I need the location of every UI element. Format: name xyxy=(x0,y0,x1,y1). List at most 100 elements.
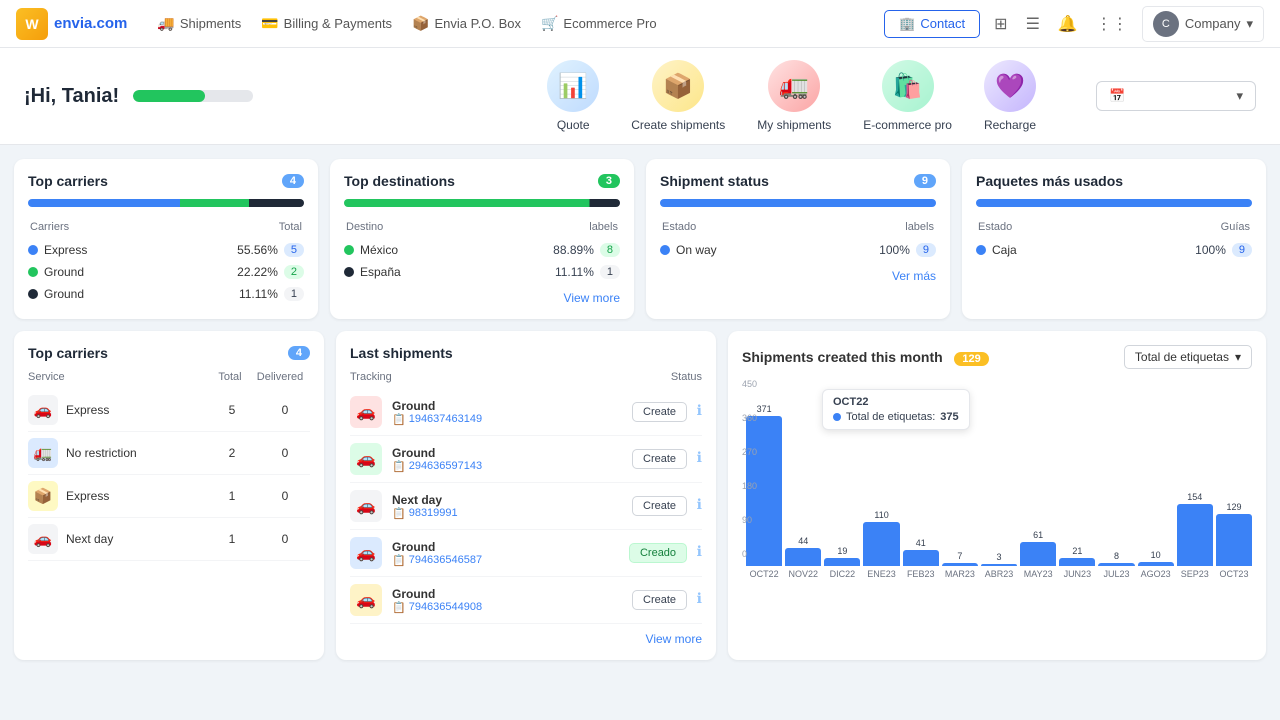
bar-value-MAR23: 7 xyxy=(957,551,962,561)
bar-JUL23[interactable] xyxy=(1098,563,1134,566)
track-icon-4: 🚗 xyxy=(350,537,382,569)
bar-JUN23[interactable] xyxy=(1059,558,1095,566)
chart-header: Shipments created this month 129 Total d… xyxy=(742,345,1252,369)
info-icon-2[interactable]: ℹ xyxy=(697,449,702,465)
contact-button[interactable]: 🏢 Contact xyxy=(884,10,980,38)
dest-name-2: España xyxy=(344,265,534,279)
dest-name-1: México xyxy=(344,243,534,257)
dot-green xyxy=(28,267,38,277)
copy-icon-2: 📋 xyxy=(392,460,406,473)
bell-icon[interactable]: 🔔 xyxy=(1054,10,1082,38)
svc-delivered-4: 0 xyxy=(260,532,310,546)
last-shipments-header: Last shipments xyxy=(350,345,702,361)
svc-name-1: Express xyxy=(66,403,204,417)
quick-action-create[interactable]: 📦 Create shipments xyxy=(631,60,725,132)
track-icon-3: 🚗 xyxy=(350,490,382,522)
cards-row-1: Top carriers 4 Carriers Total Express 55… xyxy=(14,159,1266,319)
carrier-pct-1: 55.56% xyxy=(218,243,278,257)
create-button-3[interactable]: Create xyxy=(632,496,687,516)
bar-value-JUN23: 21 xyxy=(1072,546,1082,556)
top-carriers2-title: Top carriers xyxy=(28,345,108,361)
paquetes-card: Paquetes más usados Estado Guías Caja 10… xyxy=(962,159,1266,319)
shipment-status-title: Shipment status xyxy=(660,173,769,189)
quick-action-recharge[interactable]: 💜 Recharge xyxy=(984,60,1036,132)
ver-mas-link[interactable]: Ver más xyxy=(660,269,936,283)
dot-dark xyxy=(28,289,38,299)
carrier-count-2: 2 xyxy=(284,265,304,279)
info-icon-1[interactable]: ℹ xyxy=(697,402,702,418)
chart-card: Shipments created this month 129 Total d… xyxy=(728,331,1266,660)
bar-MAY23[interactable] xyxy=(1020,542,1056,566)
tooltip-value: Total de etiquetas: 375 xyxy=(833,411,959,423)
create-button-2[interactable]: Create xyxy=(632,449,687,469)
last-shipments-card: Last shipments Tracking Status 🚗 Ground … xyxy=(336,331,716,660)
logo[interactable]: W envia.com xyxy=(16,8,127,40)
bar-value-OCT22: 371 xyxy=(757,404,772,414)
quick-action-quote[interactable]: 📊 Quote xyxy=(547,60,599,132)
nav-shipments[interactable]: 🚚 Shipments xyxy=(157,15,241,32)
bars-container: 371OCT2244NOV2219DIC22110ENE2341FEB237MA… xyxy=(742,399,1252,579)
svc-total-4: 1 xyxy=(212,532,252,546)
bar-AGO23[interactable] xyxy=(1138,562,1174,566)
carriers-progress-bar xyxy=(28,199,304,207)
company-button[interactable]: C Company ▾ xyxy=(1142,6,1264,42)
bar-label-DIC22: DIC22 xyxy=(830,569,856,579)
creado-button-4[interactable]: Creado xyxy=(629,543,687,563)
progress-blue xyxy=(28,199,180,207)
bar-ENE23[interactable] xyxy=(863,522,899,566)
bar-NOV22[interactable] xyxy=(785,548,821,566)
shipment-status-header: Shipment status 9 xyxy=(660,173,936,189)
carrier-row-ground2: Ground 11.11% 1 xyxy=(28,283,304,305)
view-more-destinations[interactable]: View more xyxy=(344,291,620,305)
quick-action-myshipments[interactable]: 🚛 My shipments xyxy=(757,60,831,132)
calculator-icon[interactable]: ⊞ xyxy=(990,10,1011,38)
bar-FEB23[interactable] xyxy=(903,550,939,566)
main-content: Top carriers 4 Carriers Total Express 55… xyxy=(0,145,1280,674)
create-button-1[interactable]: Create xyxy=(632,402,687,422)
info-icon-4[interactable]: ℹ xyxy=(697,543,702,559)
bar-col-SEP23: 154SEP23 xyxy=(1177,399,1213,579)
bar-value-DIC22: 19 xyxy=(837,546,847,556)
svc-delivered-3: 0 xyxy=(260,489,310,503)
hero-progress-bar xyxy=(133,90,253,102)
bar-col-AGO23: 10AGO23 xyxy=(1138,399,1174,579)
bar-label-ABR23: ABR23 xyxy=(985,569,1014,579)
quick-action-ecom[interactable]: 🛍️ E-commerce pro xyxy=(863,60,952,132)
info-icon-3[interactable]: ℹ xyxy=(697,496,702,512)
top-carriers-header: Top carriers 4 xyxy=(28,173,304,189)
bar-SEP23[interactable] xyxy=(1177,504,1213,566)
nav-billing[interactable]: 💳 Billing & Payments xyxy=(261,15,392,32)
svc-delivered-1: 0 xyxy=(260,403,310,417)
bar-col-ABR23: 3ABR23 xyxy=(981,399,1017,579)
dest-count-1: 8 xyxy=(600,243,620,257)
create-icon: 📦 xyxy=(652,60,704,112)
svc-row-norestriction: 🚛 No restriction 2 0 xyxy=(28,432,310,475)
svc-total-1: 5 xyxy=(212,403,252,417)
bar-DIC22[interactable] xyxy=(824,558,860,566)
status-pct-1: 100% xyxy=(850,243,910,257)
carrier-pct-2: 22.22% xyxy=(218,265,278,279)
bar-OCT23[interactable] xyxy=(1216,514,1252,566)
bar-label-MAY23: MAY23 xyxy=(1024,569,1053,579)
svc-delivered-2: 0 xyxy=(260,446,310,460)
chart-select[interactable]: Total de etiquetas ▾ xyxy=(1124,345,1252,369)
track-carrier-1: Ground xyxy=(392,399,622,413)
track-info-4: Ground 📋 794636546587 xyxy=(392,540,619,567)
nav-ecommerce[interactable]: 🛒 Ecommerce Pro xyxy=(541,15,657,32)
table-icon[interactable]: ☰ xyxy=(1022,10,1044,38)
bar-MAR23[interactable] xyxy=(942,563,978,566)
copy-icon-3: 📋 xyxy=(392,507,406,520)
nav-pobox[interactable]: 📦 Envia P.O. Box xyxy=(412,15,521,32)
bar-label-NOV22: NOV22 xyxy=(788,569,818,579)
bar-ABR23[interactable] xyxy=(981,564,1017,566)
dest-row-espana: España 11.11% 1 xyxy=(344,261,620,283)
status-count-1: 9 xyxy=(916,243,936,257)
date-picker[interactable]: 📅 ▾ xyxy=(1096,81,1256,111)
grid-icon[interactable]: ⋮⋮ xyxy=(1092,10,1132,38)
chart-tooltip: OCT22 Total de etiquetas: 375 xyxy=(822,389,970,430)
create-button-5[interactable]: Create xyxy=(632,590,687,610)
bar-value-MAY23: 61 xyxy=(1033,530,1043,540)
info-icon-5[interactable]: ℹ xyxy=(697,590,702,606)
view-more-shipments[interactable]: View more xyxy=(350,632,702,646)
track-status-4: Creado ℹ xyxy=(629,543,702,563)
